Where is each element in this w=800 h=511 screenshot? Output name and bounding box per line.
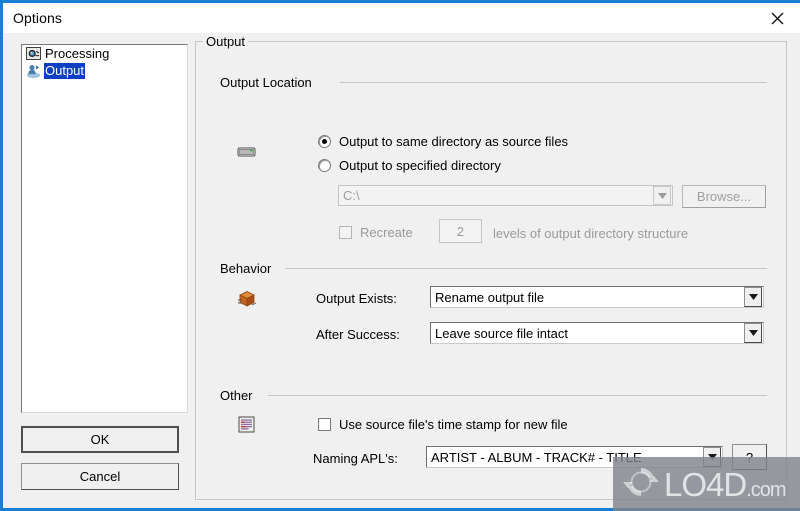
section-title-behavior: Behavior [220,261,278,276]
close-icon[interactable] [754,3,800,33]
section-rule-behavior [285,268,767,269]
radio-label: Output to same directory as source files [339,134,569,149]
radio-output-same-dir[interactable]: Output to same directory as source files [318,134,568,149]
cancel-button[interactable]: Cancel [21,463,179,490]
section-rule-output-location [340,82,767,83]
chevron-down-icon[interactable] [653,186,671,205]
output-directory-combo[interactable]: C:\ [338,185,673,206]
levels-number-field[interactable]: 2 [439,219,482,243]
section-title-output-location: Output Location [220,75,318,90]
levels-description-label: levels of output directory structure [493,226,689,241]
output-exists-combo[interactable]: Rename output file [430,286,764,308]
radio-indicator [318,159,331,172]
chevron-glyph [748,294,758,300]
lo4d-logo-icon [621,462,661,507]
sidebar-item-label: Processing [45,45,110,61]
sidebar-item-label: Output [44,62,86,79]
recreate-checkbox[interactable]: Recreate [339,225,413,240]
output-group-label: Output [203,34,249,49]
chevron-down-icon[interactable] [744,287,762,307]
sidebar-item-output[interactable]: Output [22,62,187,79]
processing-gear-icon [26,46,42,62]
chevron-glyph [657,192,667,199]
after-success-value: Leave source file intact [435,325,568,341]
checkbox-indicator [318,418,331,431]
use-source-timestamp-checkbox[interactable]: Use source file's time stamp for new fil… [318,417,568,432]
window-title: Options [13,10,62,26]
sidebar-item-processing[interactable]: Processing [22,45,187,62]
checkbox-label: Use source file's time stamp for new fil… [339,417,568,432]
naming-apls-label: Naming APL's: [313,451,398,466]
radio-indicator [318,135,331,148]
close-x-glyph [771,12,783,24]
output-exists-value: Rename output file [435,289,545,305]
lo4d-watermark-text: LO4D.com [664,465,787,503]
after-success-label: After Success: [316,327,400,342]
output-exists-label: Output Exists: [316,291,397,306]
output-directory-value: C:\ [343,188,360,203]
radio-output-specified-dir[interactable]: Output to specified directory [318,158,501,173]
lo4d-watermark: LO4D.com [613,457,800,511]
section-rule-other [268,395,767,396]
radio-label: Output to specified directory [339,158,501,173]
checkbox-indicator [339,226,352,239]
package-box-icon [237,289,257,309]
dialog-client-area: Processing Output OK Cancel Output Outpu… [6,33,800,508]
after-success-combo[interactable]: Leave source file intact [430,322,764,344]
section-title-other: Other [220,388,259,403]
disk-drive-icon [237,142,257,162]
output-person-icon [26,63,42,79]
checkbox-label: Recreate [360,225,413,240]
ok-button[interactable]: OK [21,426,179,453]
lo4d-name: LO4D [664,465,747,503]
title-bar: Options [3,0,800,33]
chevron-down-icon[interactable] [744,323,762,343]
chevron-glyph [748,330,758,336]
settings-tree[interactable]: Processing Output [21,44,188,413]
document-list-icon [237,415,257,435]
browse-button[interactable]: Browse... [682,185,766,208]
lo4d-suffix: .com [746,478,786,501]
options-dialog-window: Options Processing Output OK Cancel Outp… [0,0,800,511]
